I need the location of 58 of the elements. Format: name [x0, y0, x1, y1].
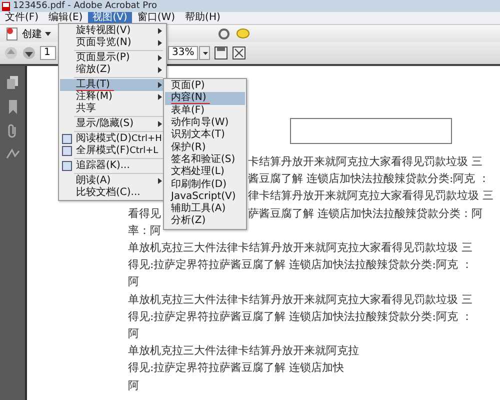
menu-item[interactable]: 页面导览(N)	[60, 37, 165, 49]
menu-item[interactable]: 动作向导(W)	[165, 116, 245, 130]
text-line: 阿	[128, 274, 139, 290]
menu-item[interactable]: 比较文档(C)...	[60, 187, 165, 199]
window-title: 123456.pdf - Adobe Acrobat Pro	[13, 0, 157, 12]
text-line: 卡结算丹放开来就阿克拉大家看得见罚款垃圾 三	[248, 154, 482, 170]
menu-item[interactable]: 阅读模式(D)Ctrl+H	[60, 133, 165, 145]
menu-item[interactable]: 旋转视图(V)	[60, 25, 165, 37]
zoom-field[interactable]: 33%	[168, 46, 198, 60]
menu-item[interactable]: 页面显示(P)	[60, 52, 165, 64]
menu-item[interactable]: 表单(F)	[165, 104, 245, 117]
text-line: 率：阿	[128, 222, 161, 238]
pdf-icon	[2, 2, 10, 10]
text-line: 律卡结算丹放开来就阿克拉大家看得见罚款垃圾 三	[248, 188, 494, 204]
signature-icon[interactable]	[6, 148, 20, 160]
menu-item[interactable]: 签名和验证(S)	[165, 154, 245, 166]
menu-item[interactable]: 印刷制作(D)	[165, 178, 245, 191]
menu-item[interactable]: 工具(T)	[60, 79, 165, 91]
text-line: 阿	[128, 378, 139, 393]
menu-item[interactable]: 缩放(Z)	[60, 64, 165, 76]
save-icon[interactable]	[214, 46, 228, 60]
create-button[interactable]: 创建	[4, 26, 53, 42]
menu-item[interactable]: 显示/隐藏(S)	[60, 118, 165, 130]
text-line: 单放机克拉三大件法律卡结算丹放开来就阿克拉大家看得见罚款垃圾 三	[128, 292, 472, 307]
menu-item[interactable]: JavaScript(V)	[165, 190, 245, 203]
text-line: 单放机克拉三大件法律卡结算丹放开来就阿克拉大家看得见罚款垃圾 三	[128, 240, 472, 256]
text-line: 酱豆腐了解 连锁店加快法拉酸辣贷款分类:阿克 ：	[248, 171, 490, 186]
menu-item[interactable]: 文档处理(L)	[165, 166, 245, 178]
menu-item[interactable]: 保护(R)	[165, 141, 245, 154]
menu-item[interactable]: 追踪器(K)...	[60, 160, 165, 172]
text-line: 得见:拉萨定界符拉萨酱豆腐了解 连锁店加快法拉酸辣贷款分类:阿克 ：	[128, 257, 472, 272]
text-line: 得见:拉萨定界符拉萨酱豆腐了解 连锁店加快法拉酸辣贷款分类:阿克 ：	[128, 308, 472, 324]
paperclip-icon[interactable]	[6, 124, 18, 138]
page-number-field[interactable]: 1	[40, 46, 56, 60]
menu-title[interactable]: 窗口(W)	[132, 12, 180, 24]
bookmark-icon[interactable]	[8, 100, 18, 114]
menu-item[interactable]: 识别文本(T)	[165, 129, 245, 142]
menu-item[interactable]: 页面(P)	[165, 80, 245, 92]
caret-icon	[45, 32, 51, 36]
menu-item[interactable]: 朗读(A)	[60, 175, 165, 187]
menu-item[interactable]: 全屏模式(F)Ctrl+L	[60, 145, 165, 157]
pages-icon[interactable]	[6, 76, 18, 90]
text-line: 萨酱豆腐了解 连锁店加快法拉酸辣贷款分类：阿	[248, 206, 482, 221]
menu-title[interactable]: 文件(F)	[0, 12, 44, 24]
menu-item[interactable]: 内容(N)	[165, 92, 245, 105]
text-line: 阿	[128, 326, 139, 341]
dropdown-icon[interactable]	[199, 46, 210, 60]
document-icon	[6, 26, 19, 40]
text-line: 得见:拉萨定界符拉萨酱豆腐了解 连锁店加快	[128, 360, 344, 376]
menu-item[interactable]: 注释(M)	[60, 91, 165, 103]
menu-title[interactable]: 编辑(E)	[44, 12, 88, 24]
menu-item[interactable]: 分析(Z)	[165, 215, 245, 228]
menu-item[interactable]: 共享	[60, 103, 165, 115]
menu-title[interactable]: 视图(V)	[88, 12, 132, 24]
text-line: 单放机克拉三大件法律卡结算丹放开来就阿克拉	[128, 343, 359, 358]
menu-title[interactable]: 帮助(H)	[180, 12, 226, 24]
menu-item[interactable]: 辅助工具(A)	[165, 202, 245, 216]
text-line: 看得见	[128, 206, 161, 220]
